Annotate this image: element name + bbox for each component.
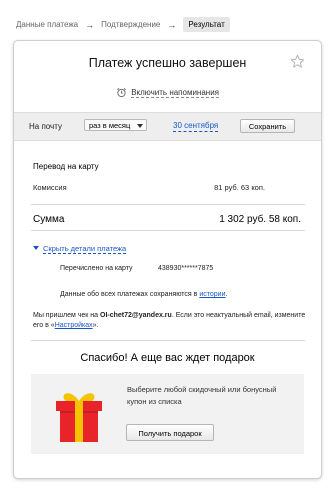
hide-details-label: Скрыть детали платежа [43, 244, 127, 254]
gift-icon [56, 393, 102, 442]
hide-details-link[interactable]: Скрыть детали платежа [33, 244, 127, 254]
breadcrumb: Данные платежа → Подтверждение → Результ… [16, 17, 230, 32]
frequency-select[interactable]: раз в месяц [84, 119, 147, 131]
credited-card-number: 438930******7875 [158, 265, 214, 272]
star-icon[interactable] [290, 54, 305, 69]
payment-type: Перевод на карту [33, 162, 99, 171]
history-note: Данные обо всех платежах сохраняются в и… [60, 291, 227, 298]
enable-reminders-label: Включить напоминания [131, 88, 220, 98]
receipt-email: OI-chet72@yandex.ru [100, 312, 172, 319]
alarm-clock-icon [117, 88, 126, 98]
email-note-prefix: Мы пришлем чек на [33, 312, 99, 319]
gift-description: Выберите любой скидочный или бонусный ку… [127, 385, 277, 406]
triangle-down-icon [33, 246, 39, 250]
divider [31, 340, 305, 341]
email-note-suffix: ». [92, 322, 99, 329]
history-link[interactable]: истории [199, 291, 225, 298]
chevron-down-icon [137, 124, 143, 128]
breadcrumb-step-confirmation[interactable]: Подтверждение [101, 20, 160, 29]
arrow-right-icon: → [167, 19, 177, 30]
email-receipt-note: Мы пришлем чек на OI-chet72@yandex.ru. Е… [33, 311, 307, 331]
get-gift-button[interactable]: Получить подарок [126, 424, 214, 441]
commission-label: Комиссия [33, 183, 67, 192]
divider [31, 230, 305, 231]
page-title: Платеж успешно завершен [88, 56, 247, 70]
history-note-text: Данные обо всех платежах сохраняются в [60, 291, 198, 298]
arrow-right-icon: → [85, 19, 95, 30]
total-value: 1 302 руб. 58 коп. [219, 214, 301, 225]
divider [31, 204, 305, 205]
breadcrumb-step-payment-data[interactable]: Данные платежа [16, 20, 78, 29]
settings-link[interactable]: Настройках [55, 322, 93, 329]
history-note-suffix: . [225, 291, 228, 298]
reminder-schedule-bar: На почту раз в месяц 30 сентября Сохрани… [14, 112, 321, 141]
total-label: Сумма [33, 214, 65, 225]
enable-reminders-link[interactable]: Включить напоминания [14, 87, 321, 98]
frequency-value: раз в месяц [89, 121, 131, 130]
credited-card-label: Перечислено на карту [60, 265, 133, 272]
gift-title: Спасибо! А еще вас ждет подарок [80, 352, 255, 364]
gift-offer: Выберите любой скидочный или бонусный ку… [31, 374, 304, 454]
breadcrumb-step-result: Результат [183, 17, 230, 32]
result-card: Платеж успешно завершен Включить напомин… [13, 40, 322, 479]
reminder-date-link[interactable]: 30 сентября [173, 121, 219, 132]
schedule-label: На почту [29, 122, 62, 131]
save-button[interactable]: Сохранить [240, 119, 295, 133]
commission-value: 81 руб. 63 коп. [214, 183, 265, 192]
